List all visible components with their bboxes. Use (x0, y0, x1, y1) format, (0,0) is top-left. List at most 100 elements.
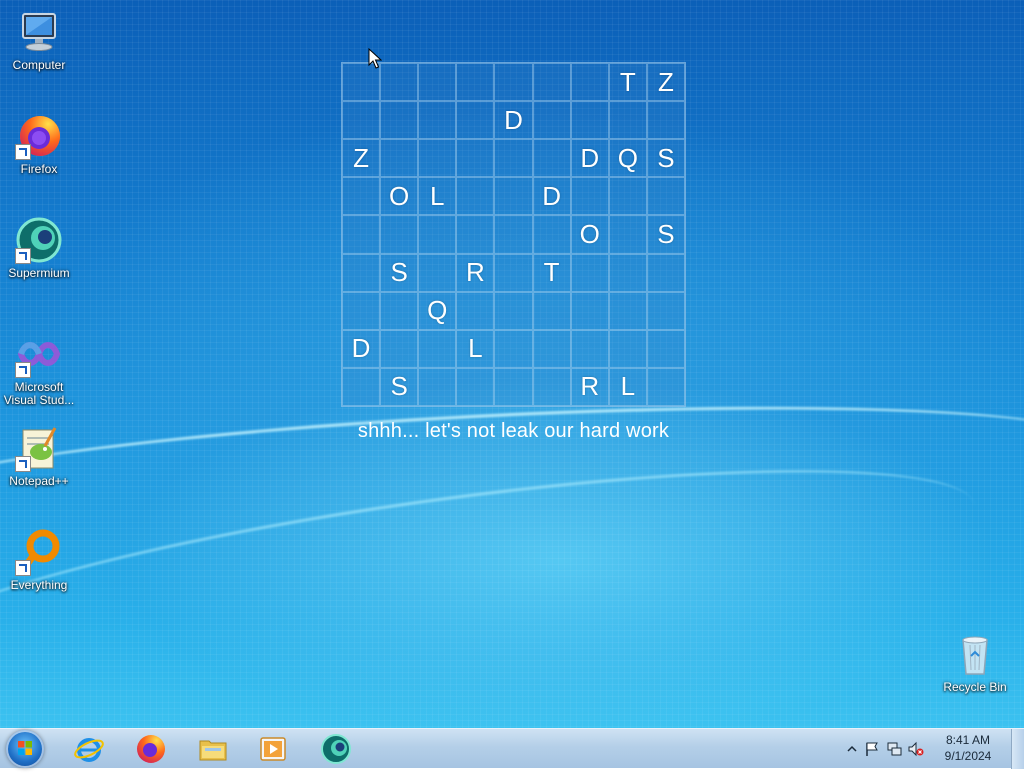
taskbar-media-player[interactable] (246, 731, 300, 767)
desktop: Computer Firefox Supermium Microsoft Vis… (0, 0, 1024, 728)
puzzle-cell: T (608, 63, 647, 102)
internet-explorer-icon (74, 738, 104, 762)
mouse-cursor-icon (368, 48, 382, 69)
puzzle-cell (342, 291, 381, 330)
clock-time: 8:41 AM (945, 733, 991, 747)
puzzle-cell: S (380, 253, 419, 292)
visual-studio-icon (15, 330, 63, 378)
puzzle-cell: L (456, 329, 495, 368)
firefox-icon (137, 735, 165, 763)
puzzle-cell (456, 291, 495, 330)
puzzle-caption: shhh... let's not leak our hard work (357, 420, 670, 442)
media-player-icon (260, 737, 286, 761)
puzzle-cell: T (532, 253, 571, 292)
puzzle-cell (456, 177, 495, 216)
puzzle-cell (494, 291, 533, 330)
desktop-icon-everything[interactable]: Everything (1, 528, 77, 592)
puzzle-cell (532, 291, 571, 330)
desktop-icon-firefox[interactable]: Firefox (1, 112, 77, 176)
puzzle-cell (494, 253, 533, 292)
show-hidden-icons-chevron-icon[interactable] (844, 741, 860, 757)
puzzle-cell (532, 101, 571, 140)
puzzle-cell: R (456, 253, 495, 292)
puzzle-cell: O (380, 177, 419, 216)
puzzle-cell: Q (418, 291, 457, 330)
file-explorer-icon (199, 740, 227, 761)
puzzle-cell (456, 139, 495, 178)
desktop-icon-label: Notepad++ (9, 474, 69, 488)
start-button[interactable] (6, 730, 44, 768)
desktop-icon-recycle-bin[interactable]: Recycle Bin (937, 630, 1013, 694)
action-center-flag-icon[interactable] (864, 741, 880, 757)
puzzle-cell (342, 367, 381, 406)
puzzle-cell (532, 63, 571, 102)
desktop-icon-computer[interactable]: Computer (1, 8, 77, 72)
puzzle-cell (494, 139, 533, 178)
puzzle-cell: D (342, 329, 381, 368)
puzzle-cell (418, 139, 457, 178)
notepadpp-icon (15, 424, 63, 472)
desktop-icon-label: Everything (10, 578, 68, 592)
computer-icon (15, 8, 63, 56)
puzzle-cell (532, 367, 571, 406)
puzzle-cell (608, 101, 647, 140)
puzzle-cell (380, 63, 419, 102)
taskbar-clock[interactable]: 8:41 AM 9/1/2024 (934, 732, 1002, 764)
puzzle-cell (608, 177, 647, 216)
taskbar-internet-explorer[interactable] (62, 731, 116, 767)
letter-puzzle-grid: TZDZDQSOLDOSSRTQDLSRL (341, 62, 686, 407)
puzzle-cell (456, 101, 495, 140)
puzzle-cell (380, 215, 419, 254)
puzzle-cell (342, 177, 381, 216)
puzzle-cell: S (380, 367, 419, 406)
desktop-icon-label: Visual Stud... (3, 393, 75, 407)
desktop-icon-label: Supermium (8, 266, 70, 280)
network-icon[interactable] (886, 741, 902, 757)
system-tray: 8:41 AM 9/1/2024 (838, 729, 1024, 769)
puzzle-cell (380, 101, 419, 140)
everything-icon (15, 528, 63, 576)
show-desktop-button[interactable] (1011, 729, 1024, 769)
puzzle-cell: Z (646, 63, 685, 102)
puzzle-cell: L (418, 177, 457, 216)
puzzle-cell (608, 329, 647, 368)
shortcut-arrow-icon (15, 144, 31, 160)
puzzle-cell (494, 215, 533, 254)
desktop-icon-label: Firefox (20, 162, 58, 176)
puzzle-cell (494, 63, 533, 102)
desktop-icon-supermium[interactable]: Supermium (1, 216, 77, 280)
puzzle-cell (570, 291, 609, 330)
puzzle-cell: Z (342, 139, 381, 178)
puzzle-cell (646, 101, 685, 140)
puzzle-cell: Q (608, 139, 647, 178)
firefox-icon (15, 112, 63, 160)
supermium-icon (321, 734, 351, 764)
puzzle-cell (532, 139, 571, 178)
puzzle-cell (418, 329, 457, 368)
puzzle-cell: O (570, 215, 609, 254)
shortcut-arrow-icon (15, 362, 31, 378)
puzzle-cell (608, 253, 647, 292)
puzzle-cell (570, 253, 609, 292)
windows-logo-icon (18, 741, 32, 755)
puzzle-cell (342, 253, 381, 292)
supermium-icon (15, 216, 63, 264)
puzzle-cell (646, 291, 685, 330)
puzzle-cell (418, 253, 457, 292)
puzzle-cell (646, 329, 685, 368)
puzzle-cell (570, 63, 609, 102)
puzzle-cell (570, 329, 609, 368)
puzzle-cell (494, 367, 533, 406)
puzzle-cell (418, 367, 457, 406)
taskbar-firefox[interactable] (124, 731, 178, 767)
taskbar-file-explorer[interactable] (186, 731, 240, 767)
taskbar-supermium[interactable] (309, 731, 363, 767)
volume-muted-icon[interactable] (908, 741, 924, 757)
puzzle-cell (646, 367, 685, 406)
puzzle-cell (418, 63, 457, 102)
puzzle-cell (570, 101, 609, 140)
desktop-icon-notepadpp[interactable]: Notepad++ (1, 424, 77, 488)
taskbar: 8:41 AM 9/1/2024 (0, 728, 1024, 769)
puzzle-cell: S (646, 139, 685, 178)
desktop-icon-visual-studio[interactable]: Microsoft Visual Stud... (1, 330, 77, 407)
